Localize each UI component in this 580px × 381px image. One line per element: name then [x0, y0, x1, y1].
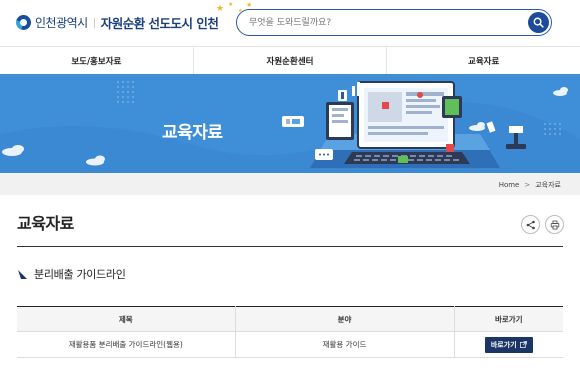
- main-nav: 보도/홍보자료 자원순환센터 교육자료: [0, 46, 580, 74]
- search-button[interactable]: [528, 12, 549, 33]
- star-icon: ★: [228, 1, 234, 8]
- page-banner: 교육자료: [0, 74, 580, 173]
- search-input[interactable]: [249, 14, 509, 31]
- section-bullet-icon: [18, 269, 27, 279]
- site-header: 인천광역시 자원순환 선도도시 인천 ★ ★ ★ ★: [0, 0, 580, 46]
- nav-item-recycling-center[interactable]: 자원순환센터: [192, 47, 387, 74]
- print-icon: [550, 220, 559, 229]
- section-title: 분리배출 가이드라인: [34, 268, 126, 281]
- external-link-icon: [519, 341, 527, 348]
- table-header-row: 제목 분야 바로가기: [17, 306, 563, 332]
- star-icon: ★: [216, 4, 225, 14]
- incheon-logo-icon: [16, 15, 31, 30]
- breadcrumb-separator: >: [524, 181, 531, 189]
- breadcrumb-current: 교육자료: [535, 181, 561, 189]
- row-link-cell: 바로가기: [453, 331, 563, 358]
- logo-divider: [93, 17, 95, 28]
- row-title: 재활용품 분리배출 가이드라인(웹용): [17, 331, 235, 358]
- banner-illustration: [0, 74, 580, 173]
- site-slogan: 자원순환 선도도시 인천: [100, 16, 219, 31]
- search-icon: [533, 17, 544, 28]
- print-button[interactable]: [545, 215, 564, 234]
- city-name: 인천광역시: [35, 16, 88, 30]
- page-title: 교육자료: [17, 214, 74, 233]
- search-box: [236, 9, 552, 36]
- table-row: 재활용품 분리배출 가이드라인(웹용) 재활용 가이드 바로가기: [17, 331, 563, 358]
- section-header: 분리배출 가이드라인: [17, 266, 126, 282]
- share-button[interactable]: [521, 215, 540, 234]
- column-header-link: 바로가기: [453, 306, 563, 332]
- breadcrumb: Home > 교육자료: [0, 173, 580, 195]
- column-header-category: 분야: [234, 306, 454, 332]
- title-divider: [17, 246, 563, 247]
- shortcut-button[interactable]: 바로가기: [484, 336, 533, 353]
- site-logo[interactable]: 인천광역시 자원순환 선도도시 인천: [16, 13, 219, 32]
- row-category: 재활용 가이드: [234, 331, 454, 358]
- share-icon: [526, 220, 535, 229]
- nav-item-education[interactable]: 교육자료: [386, 47, 580, 74]
- banner-title: 교육자료: [162, 123, 223, 143]
- resource-table: 제목 분야 바로가기 재활용품 분리배출 가이드라인(웹용) 재활용 가이드 바…: [17, 306, 563, 358]
- column-header-title: 제목: [17, 306, 235, 332]
- shortcut-button-label: 바로가기: [490, 340, 517, 349]
- breadcrumb-home[interactable]: Home: [499, 181, 520, 189]
- nav-item-press[interactable]: 보도/홍보자료: [0, 47, 193, 74]
